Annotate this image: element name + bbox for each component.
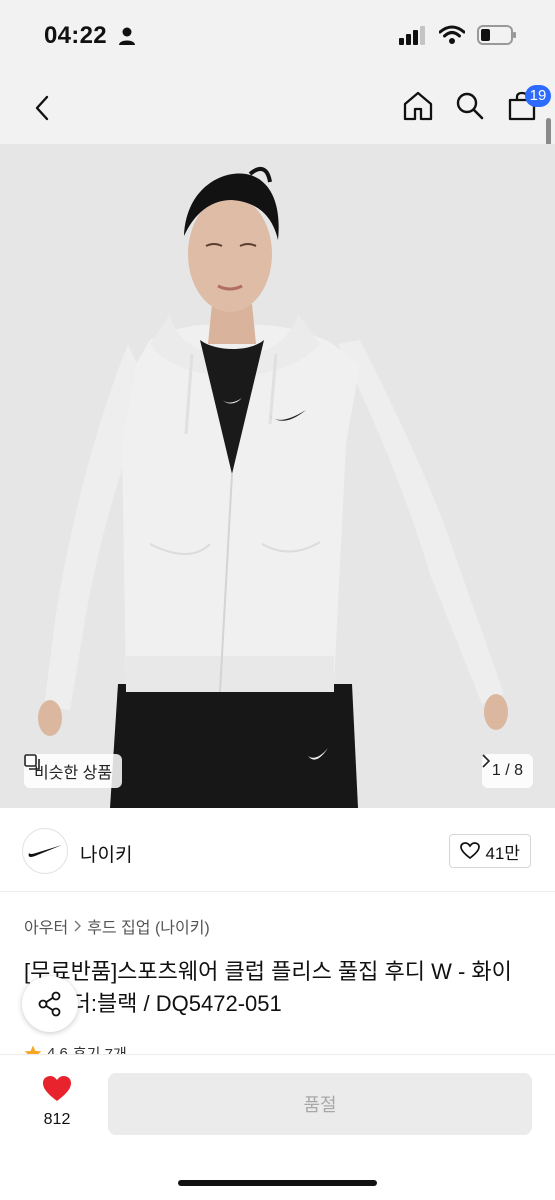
favorite-button[interactable] [36,1075,78,1107]
person-icon [118,26,136,51]
brand-like-count: 41만 [485,843,520,863]
chevron-left-icon [35,95,49,121]
status-indicators [399,24,517,51]
search-button[interactable] [453,86,487,126]
nav-bar: 19 [0,72,555,144]
product-photo [0,144,555,808]
home-indicator [178,1180,377,1186]
favorite-count: 812 [43,1111,71,1128]
nike-swoosh-icon [28,845,63,857]
cart-count-badge: 19 [525,85,551,107]
search-icon [456,92,484,120]
bottom-action-bar: 812 품절 [0,1054,555,1200]
battery-icon [477,24,517,51]
soldout-button[interactable]: 품절 [108,1073,532,1135]
copy-icon [24,754,40,770]
similar-products-button[interactable]: 비슷한 상품 [24,754,123,788]
breadcrumb-item[interactable]: 아우터 [24,914,68,938]
share-icon [38,991,61,1017]
status-time: 04:22 [44,22,107,49]
brand-name[interactable]: 나이키 [80,840,132,867]
similar-products-label: 비슷한 상품 [34,765,113,782]
nav-actions: 19 [401,85,551,126]
brand-like-button[interactable]: 41만 [449,834,531,868]
image-page-counter[interactable]: 1 / 8 [481,754,533,788]
breadcrumb: 아우터 후드 집업 (나이키) [24,914,210,938]
share-button[interactable] [22,976,78,1032]
home-icon [403,91,433,121]
wifi-icon [438,25,466,50]
heart-filled-icon [43,1076,71,1101]
chevron-right-icon [74,920,82,932]
page-counter-text: 1 / 8 [491,762,523,779]
status-bar: 04:22 [0,0,555,72]
chevron-right-icon [482,754,490,768]
heart-outline-icon [460,842,481,860]
product-image-gallery[interactable]: 비슷한 상품 1 / 8 [0,144,555,808]
brand-row: 나이키 41만 [0,808,555,892]
back-button[interactable] [24,88,60,128]
breadcrumb-item[interactable]: 후드 집업 (나이키) [87,914,210,938]
product-title: [무료반품]스포츠웨어 클럽 플리스 풀집 후디 W - 화이트/헤더:블랙 /… [24,959,512,1016]
home-button[interactable] [401,86,435,126]
brand-logo[interactable] [22,828,68,874]
signal-icon [399,25,427,50]
cart-button[interactable]: 19 [505,85,551,126]
